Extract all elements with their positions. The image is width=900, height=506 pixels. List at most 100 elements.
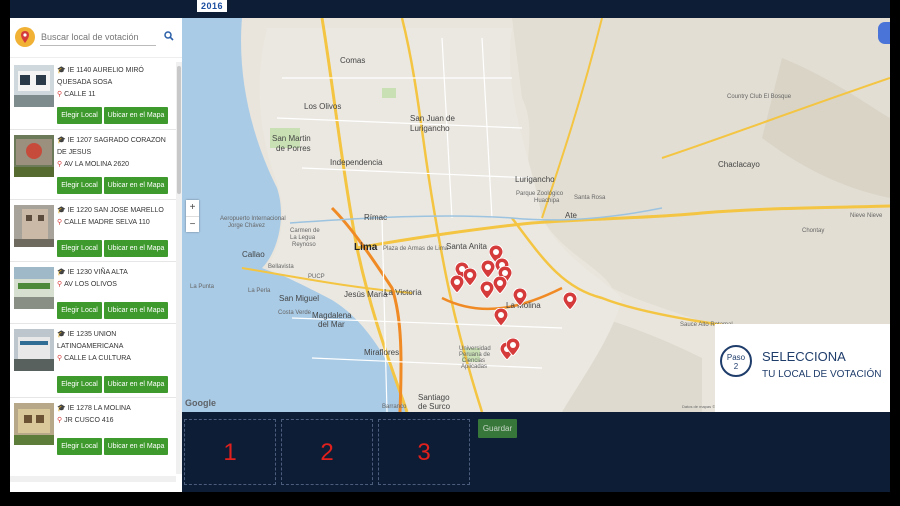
map-label: Carmen de bbox=[290, 228, 320, 234]
map-label: Lurigancho bbox=[410, 124, 450, 133]
map-label: Independencia bbox=[330, 158, 383, 167]
elegir-local-button[interactable]: Elegir Local bbox=[57, 240, 102, 257]
map-label: La Perla bbox=[248, 288, 271, 294]
map-label: Lurigancho bbox=[515, 175, 555, 184]
item-actions: Elegir Local Ubicar en el Mapa bbox=[57, 302, 177, 320]
election-logo: 2016 bbox=[197, 0, 227, 12]
ubicar-mapa-button[interactable]: Ubicar en el Mapa bbox=[104, 177, 168, 194]
map-label: La Punta bbox=[190, 284, 215, 290]
map-label: Country Club El Bosque bbox=[727, 94, 792, 100]
map-label: Chaclacayo bbox=[718, 160, 760, 169]
letterbox-bottom bbox=[0, 492, 900, 506]
location-marker[interactable] bbox=[563, 292, 577, 310]
map-view[interactable]: Comas Los Olivos San Juan de Lurigancho … bbox=[182, 18, 890, 412]
top-header bbox=[10, 0, 890, 18]
map-label: Rímac bbox=[364, 213, 388, 222]
list-item: 🎓 IE 1140 AURELIO MIRÓ QUESADA SOSA ⚲ CALL… bbox=[10, 62, 176, 130]
local-address: CALLE MADRE SELVA 110 bbox=[64, 219, 150, 226]
item-info: 🎓 IE 1235 UNION LATINOAMERICANA ⚲ CALLE LA… bbox=[57, 329, 175, 365]
elegir-local-button[interactable]: Elegir Local bbox=[57, 376, 102, 393]
ubicar-mapa-button[interactable]: Ubicar en el Mapa bbox=[104, 240, 168, 257]
map-label: La Legua bbox=[290, 235, 316, 241]
letterbox-right bbox=[890, 0, 900, 506]
selection-panel: 1 2 3 Guardar bbox=[182, 412, 890, 492]
item-actions: Elegir Local Ubicar en el Mapa bbox=[57, 240, 177, 258]
elegir-local-button[interactable]: Elegir Local bbox=[57, 302, 102, 319]
map-label: Callao bbox=[242, 250, 265, 259]
horizontal-scrollbar[interactable] bbox=[10, 476, 176, 482]
school-icon: 🎓 bbox=[57, 137, 66, 144]
search-row bbox=[10, 18, 182, 58]
map-pin-icon: ⚲ bbox=[57, 161, 63, 168]
elegir-local-button[interactable]: Elegir Local bbox=[57, 107, 102, 124]
map-label: San Miguel bbox=[279, 294, 320, 303]
map-pin-icon: ⚲ bbox=[57, 91, 63, 98]
list-item: 🎓 IE 1207 SAGRADO CORAZON DE JESUS ⚲ AV LA… bbox=[10, 132, 176, 200]
school-icon: 🎓 bbox=[57, 207, 66, 214]
location-marker[interactable] bbox=[480, 281, 494, 299]
zoom-in-button[interactable]: + bbox=[186, 200, 199, 215]
scrollbar-thumb[interactable] bbox=[177, 66, 181, 194]
locales-list: 🎓 IE 1140 AURELIO MIRÓ QUESADA SOSA ⚲ CALL… bbox=[10, 62, 176, 470]
map-label: de Porres bbox=[276, 144, 311, 153]
map-label: Comas bbox=[340, 56, 366, 65]
elegir-local-button[interactable]: Elegir Local bbox=[57, 177, 102, 194]
map-label: Parque Zoológico bbox=[516, 191, 564, 197]
item-info: 🎓 IE 1230 VIÑA ALTA ⚲ AV LOS OLIVOS bbox=[57, 267, 175, 291]
map-label: Santa Anita bbox=[446, 242, 487, 251]
map-label: Santiago bbox=[418, 393, 450, 402]
local-address: CALLE LA CULTURA bbox=[64, 355, 131, 362]
zoom-out-button[interactable]: − bbox=[186, 216, 199, 231]
ubicar-mapa-button[interactable]: Ubicar en el Mapa bbox=[104, 302, 168, 319]
local-address: CALLE 11 bbox=[64, 91, 96, 98]
map-label: Miraflores bbox=[364, 348, 400, 357]
list-item: 🎓 IE 1278 LA MOLINA ⚲ JR CUSCO 416 Elegir … bbox=[10, 400, 176, 462]
local-name: IE 1235 UNION LATINOAMERICANA bbox=[57, 331, 124, 350]
location-marker[interactable] bbox=[506, 338, 520, 356]
local-name: IE 1230 VIÑA ALTA bbox=[67, 269, 128, 276]
map-label: Bellavista bbox=[268, 264, 294, 270]
zoom-control: + − bbox=[186, 200, 199, 232]
map-label: Santa Rosa bbox=[574, 195, 606, 201]
map-label: Costa Verde bbox=[278, 310, 312, 316]
list-item: 🎓 IE 1230 VIÑA ALTA ⚲ AV LOS OLIVOS Elegir… bbox=[10, 264, 176, 324]
ubicar-mapa-button[interactable]: Ubicar en el Mapa bbox=[104, 438, 168, 455]
map-pin-icon: ⚲ bbox=[57, 355, 63, 362]
search-icon[interactable] bbox=[162, 29, 176, 43]
item-info: 🎓 IE 1140 AURELIO MIRÓ QUESADA SOSA ⚲ CALL… bbox=[57, 65, 175, 101]
elegir-local-button[interactable]: Elegir Local bbox=[57, 438, 102, 455]
ubicar-mapa-button[interactable]: Ubicar en el Mapa bbox=[104, 376, 168, 393]
map-label: Aplicadas bbox=[461, 364, 488, 370]
location-marker[interactable] bbox=[494, 308, 508, 326]
school-icon: 🎓 bbox=[57, 331, 66, 338]
guardar-button[interactable]: Guardar bbox=[478, 419, 517, 438]
local-name: IE 1220 SAN JOSE MARELLO bbox=[67, 207, 164, 214]
list-item: 🎓 IE 1220 SAN JOSE MARELLO ⚲ CALLE MADRE S… bbox=[10, 202, 176, 262]
selection-slot-3[interactable]: 3 bbox=[378, 419, 470, 485]
item-actions: Elegir Local Ubicar en el Mapa bbox=[57, 376, 177, 394]
local-name: IE 1140 AURELIO MIRÓ QUESADA SOSA bbox=[57, 67, 144, 86]
map-label: de Surco bbox=[418, 402, 451, 411]
sidebar: 🎓IE 1140 AURELIO MIRÓ QUESADA SOSA ⚲CALL… bbox=[10, 18, 182, 492]
list-item: 🎓 IE 1235 UNION LATINOAMERICANA ⚲ CALLE LA… bbox=[10, 326, 176, 398]
ubicar-mapa-button[interactable]: Ubicar en el Mapa bbox=[104, 107, 168, 124]
street-view-icon[interactable] bbox=[878, 22, 890, 44]
search-input[interactable] bbox=[40, 28, 156, 46]
map-label: Plaza de Armas de Lima bbox=[383, 246, 449, 252]
map-pin-icon: ⚲ bbox=[57, 281, 63, 288]
school-photo bbox=[14, 135, 54, 177]
map-label: Aeropuerto Internacional bbox=[220, 216, 286, 222]
location-marker[interactable] bbox=[493, 276, 507, 294]
map-label: San Juan de bbox=[410, 114, 455, 123]
item-info: 🎓 IE 1220 SAN JOSE MARELLO ⚲ CALLE MADRE S… bbox=[57, 205, 175, 229]
selection-slot-1[interactable]: 1 bbox=[184, 419, 276, 485]
location-marker[interactable] bbox=[463, 268, 477, 286]
map-label: Huachipa bbox=[534, 198, 560, 204]
selection-slot-2[interactable]: 2 bbox=[281, 419, 373, 485]
school-photo bbox=[14, 65, 54, 107]
map-label: Los Olivos bbox=[304, 102, 342, 111]
location-marker[interactable] bbox=[513, 288, 527, 306]
item-actions: Elegir Local Ubicar en el Mapa bbox=[57, 438, 177, 456]
location-marker[interactable] bbox=[450, 275, 464, 293]
school-icon: 🎓 bbox=[57, 269, 66, 276]
